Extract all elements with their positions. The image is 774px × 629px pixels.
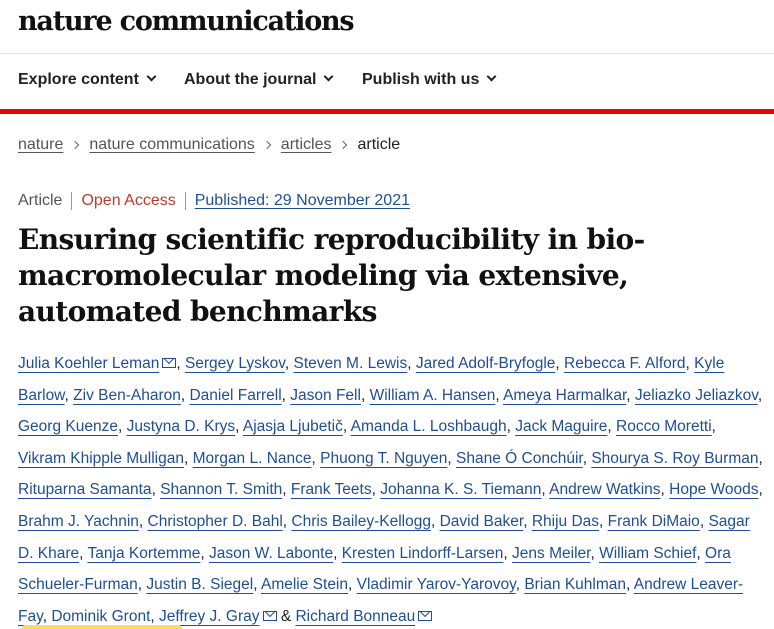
chevron-right-icon (339, 140, 348, 150)
chevron-down-icon (146, 71, 157, 82)
breadcrumb-nature-communications[interactable]: nature communications (89, 136, 254, 153)
author-link[interactable]: Shourya S. Roy Burman (591, 450, 758, 467)
chevron-down-icon (323, 71, 334, 82)
author-link[interactable]: Johanna K. S. Tiemann (380, 481, 541, 498)
author-link[interactable]: Phuong T. Nguyen (320, 450, 447, 467)
author-link[interactable]: Jason Fell (290, 387, 361, 404)
chevron-right-icon (262, 140, 272, 150)
author-link[interactable]: Shane Ó Conchúir (456, 450, 583, 467)
author-link[interactable]: Steven M. Lewis (294, 355, 408, 372)
author-link[interactable]: Amanda L. Loshbaugh (351, 418, 507, 435)
breadcrumb-articles[interactable]: articles (281, 136, 332, 153)
article-title: Ensuring scientific reproducibility in b… (18, 223, 645, 328)
author-link[interactable]: Hope Woods (669, 481, 758, 498)
author-link[interactable]: William A. Hansen (370, 387, 496, 404)
author-link[interactable]: Rebecca F. Alford (564, 355, 685, 372)
author-link[interactable]: Jack Maguire (515, 418, 607, 435)
nav-label: About the journal (184, 71, 317, 88)
author-link[interactable]: Daniel Farrell (189, 387, 281, 404)
author-link[interactable]: Rituparna Samanta (18, 481, 152, 498)
author-link[interactable]: Jared Adolf-Bryfogle (416, 355, 556, 372)
header-divider (0, 109, 774, 114)
open-access-badge: Open Access (72, 192, 186, 210)
nav-publish-with-us[interactable]: Publish with us (362, 71, 497, 89)
author-link[interactable]: Jeliazko Jeliazkov (635, 387, 758, 404)
author-link[interactable]: Kresten Lindorff-Larsen (342, 545, 504, 562)
author-link[interactable]: Jason W. Labonte (209, 545, 333, 562)
author-link[interactable]: Chris Bailey-Kellogg (291, 513, 431, 530)
author-link[interactable]: Rhiju Das (532, 513, 599, 530)
author-link[interactable]: Andrew Watkins (549, 481, 660, 498)
author-link[interactable]: Richard Bonneau (295, 608, 415, 625)
author-link[interactable]: Frank DiMaio (608, 513, 700, 530)
chevron-down-icon (486, 71, 497, 82)
author-list: Julia Koehler Leman, Sergey Lyskov, Stev… (18, 355, 763, 625)
author-link[interactable]: Frank Teets (291, 481, 372, 498)
author-link[interactable]: Brian Kuhlman (524, 576, 626, 593)
nav-about-journal[interactable]: About the journal (184, 71, 334, 89)
author-link[interactable]: Rocco Moretti (616, 418, 712, 435)
author-link[interactable]: Brahm J. Yachnin (18, 513, 139, 530)
author-link[interactable]: Sergey Lyskov (185, 355, 285, 372)
envelope-icon[interactable] (162, 358, 177, 368)
nav-explore-content[interactable]: Explore content (18, 71, 157, 89)
author-link[interactable]: William Schief (599, 545, 696, 562)
author-link[interactable]: Jeffrey J. Gray (159, 608, 260, 625)
published-date-link[interactable]: Published: 29 November 2021 (186, 192, 410, 210)
nav-label: Explore content (18, 71, 139, 88)
author-link[interactable]: Justin B. Siegel (146, 576, 253, 593)
envelope-icon[interactable] (418, 610, 433, 621)
author-link[interactable]: Christopher D. Bahl (148, 513, 283, 530)
author-link[interactable]: Justyna D. Krys (127, 418, 236, 435)
author-link[interactable]: Ajasja Ljubetič (243, 418, 343, 435)
site-header: nature communications (0, 0, 774, 54)
author-link[interactable]: Ameya Harmalkar (503, 387, 626, 404)
breadcrumb-current: article (357, 136, 401, 153)
chevron-right-icon (71, 140, 80, 150)
author-link[interactable]: Vikram Khipple Mulligan (18, 450, 184, 467)
highlight-marker (22, 625, 182, 629)
author-link[interactable]: Tanja Kortemme (88, 545, 201, 562)
article-type: Article (18, 192, 73, 210)
author-link[interactable]: Julia Koehler Leman (18, 355, 159, 372)
journal-logo[interactable]: nature communications (18, 6, 355, 37)
breadcrumb-nature[interactable]: nature (18, 136, 63, 153)
author-link[interactable]: Jens Meiler (512, 545, 590, 562)
nav-label: Publish with us (362, 71, 480, 88)
breadcrumb: nature nature communications articles artic… (18, 136, 400, 154)
author-link[interactable]: Amelie Stein (261, 576, 348, 593)
author-link[interactable]: Ziv Ben-Aharon (73, 387, 181, 404)
author-link[interactable]: Morgan L. Nance (193, 450, 312, 467)
author-conjunction: & (280, 607, 292, 625)
main-nav: Explore content About the journal Publis… (0, 55, 774, 109)
author-link[interactable]: David Baker (440, 513, 524, 530)
author-link[interactable]: Dominik Gront (51, 608, 150, 625)
article-meta: Article Open Access Published: 29 November… (18, 192, 410, 210)
author-link[interactable]: Shannon T. Smith (160, 481, 282, 498)
author-link[interactable]: Vladimir Yarov-Yarovoy (357, 576, 516, 593)
envelope-icon[interactable] (262, 610, 277, 621)
author-link[interactable]: Georg Kuenze (18, 418, 118, 435)
